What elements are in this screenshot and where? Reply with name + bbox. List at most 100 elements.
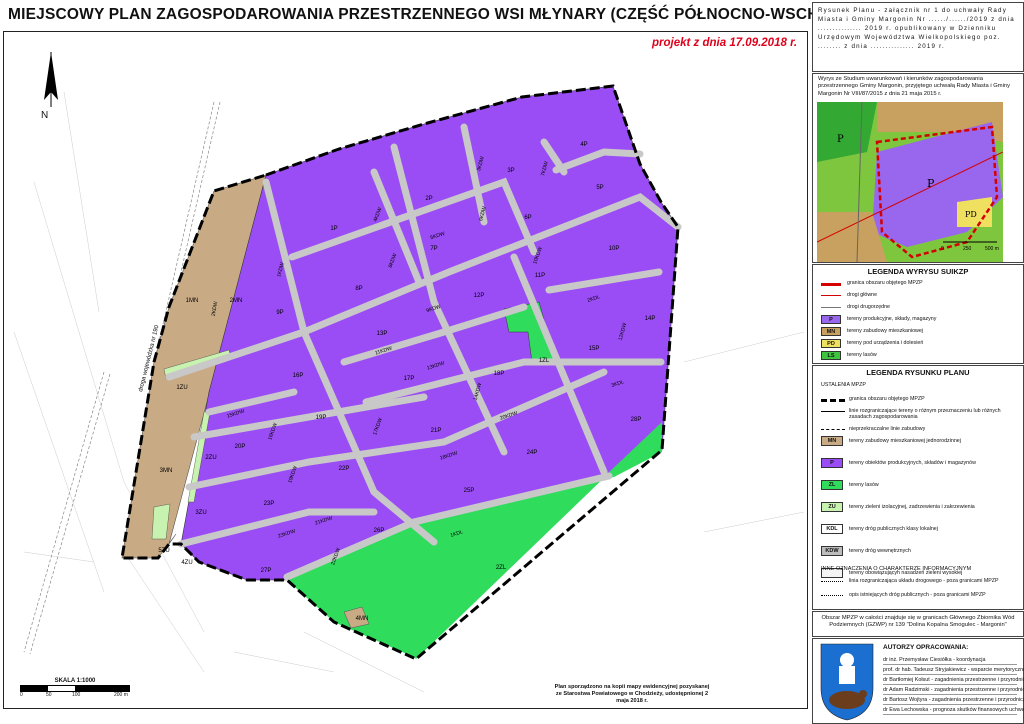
zone-label-23p: 23P bbox=[264, 501, 275, 507]
zone-label-28p: 28P bbox=[631, 417, 642, 423]
zone-label-4p: 4P bbox=[580, 142, 587, 148]
zone-label-2p: 2P bbox=[425, 196, 432, 202]
suikzp-item-label: tereny lasów bbox=[847, 352, 877, 358]
legend-plan: LEGENDA RYSUNKU PLANU USTALENIA MPZP gra… bbox=[812, 365, 1024, 610]
project-date: projekt z dnia 17.09.2018 r. bbox=[652, 37, 798, 49]
study-scale-250: 250 bbox=[963, 246, 972, 252]
zone-label-2zu: 2ZU bbox=[205, 455, 216, 461]
info-line-symbol bbox=[821, 581, 843, 582]
suikzp-item-label: tereny zabudowy mieszkaniowej bbox=[847, 328, 923, 334]
zone-label-11p: 11P bbox=[535, 273, 545, 279]
author-item: prof. dr hab. Tadeusz Stryjakiewicz - ws… bbox=[883, 667, 1024, 675]
author-item: dr Bartłomiej Kołsut - zagadnienia przes… bbox=[883, 677, 1024, 685]
plan-line-label: linie rozgraniczające tereny o różnym pr… bbox=[849, 408, 1001, 420]
plan-map-svg: droga wojewódzka nr 190 1MN 2MN3MN4MN1P2P… bbox=[13, 52, 805, 693]
footnote: Obszar MPZP w całości znajduje się w gra… bbox=[821, 615, 1015, 629]
plan-map[interactable]: droga wojewódzka nr 190 1MN 2MN 3MN 4MN 1P 2P… bbox=[3, 31, 808, 709]
plan-line-label: nieprzekraczalne linie zabudowy bbox=[849, 426, 926, 432]
zone-label-22p: 22P bbox=[339, 466, 350, 472]
zone-label-3p: 3P bbox=[507, 168, 514, 174]
plan-item-label: tereny zieleni izolacyjnej, zadrzewienia… bbox=[849, 504, 975, 510]
scale-tick-50: 50 bbox=[46, 692, 52, 698]
zone-label-12p: 12P bbox=[474, 293, 485, 299]
zone-label-1zu: 1ZU bbox=[176, 385, 187, 391]
plan-swatch: ZU bbox=[821, 502, 843, 512]
map-title: MIEJSCOWY PLAN ZAGOSPODAROWANIA PRZESTRZ… bbox=[8, 6, 875, 23]
zone-label-16p: 16P bbox=[293, 373, 304, 379]
legend-plan-title: LEGENDA RYSUNKU PLANU bbox=[866, 368, 970, 377]
plan-line-symbol bbox=[821, 411, 845, 412]
scale-graphic bbox=[20, 685, 130, 692]
study-scale-0: 0 bbox=[941, 246, 944, 252]
plan-item-label: tereny dróg wewnętrznych bbox=[849, 548, 911, 554]
authors-box: AUTORZY OPRACOWANIA: dr inż. Przemysław … bbox=[812, 638, 1024, 724]
scale-tick-100: 100 bbox=[72, 692, 81, 698]
scale-ticks: 0 50 100 200 m bbox=[20, 692, 130, 700]
zone-label-5zu: 5ZU bbox=[158, 548, 169, 554]
suikzp-swatch-line bbox=[821, 283, 841, 286]
zone-label-9p: 9P bbox=[276, 310, 283, 316]
zone-label-6p: 6P bbox=[524, 215, 531, 221]
plan-item-label: tereny zabudowy mieszkaniowej jednorodzi… bbox=[849, 438, 961, 444]
plan-line-label: granica obszaru objętego MPZP bbox=[849, 396, 925, 402]
suikzp-swatch: P bbox=[821, 315, 841, 324]
zone-label-10p: 10P bbox=[609, 246, 620, 252]
plan-swatch: KDL bbox=[821, 524, 843, 534]
plan-item-label: tereny dróg publicznych klasy lokalnej bbox=[849, 526, 938, 532]
author-item: dr Ewa Lechowska - prognoza skutków fina… bbox=[883, 707, 1024, 715]
suikzp-item-label: granica obszaru objętego MPZP bbox=[847, 280, 923, 286]
plan-swatch: KDW bbox=[821, 546, 843, 556]
zone-label-2zl: 2ZL bbox=[496, 565, 507, 571]
drawing-note: Rysunek Planu - załącznik nr 1 do uchwał… bbox=[818, 7, 1015, 50]
suikzp-item-label: drogi główne bbox=[847, 292, 878, 298]
north-label: N bbox=[41, 110, 49, 121]
zone-label-19p: 19P bbox=[316, 415, 327, 421]
zone-label-27p: 27P bbox=[261, 568, 272, 574]
suikzp-swatch: MN bbox=[821, 327, 841, 336]
suikzp-swatch: PD bbox=[821, 339, 841, 348]
scale-tick-0: 0 bbox=[20, 692, 23, 698]
legend-suikzp-title: LEGENDA WYRYSU SUIKZP bbox=[867, 267, 969, 276]
suikzp-swatch-line bbox=[821, 295, 841, 296]
scale-bar: SKALA 1:1000 0 50 100 200 m bbox=[20, 678, 130, 700]
study-excerpt-text: Wyrys ze Studium uwarunkowań i kierunków… bbox=[818, 76, 1011, 97]
suikzp-item-label: tereny pod urządzenia i dolesień bbox=[847, 340, 924, 346]
author-item: dr inż. Przemysław Ciesiółka - koordynac… bbox=[883, 657, 1017, 665]
plan-line-symbol bbox=[821, 429, 845, 430]
legend-plan-subtitle: USTALENIA MPZP bbox=[821, 382, 866, 388]
legend-suikzp: LEGENDA WYRYSU SUIKZP granica obszaru ob… bbox=[812, 264, 1024, 364]
suikzp-item-label: tereny produkcyjne, składy, magazyny bbox=[847, 316, 937, 322]
zone-label-3zu: 3ZU bbox=[195, 510, 206, 516]
zone-label-4zu: 4ZU bbox=[181, 560, 192, 566]
drawing-note-box: Rysunek Planu - załącznik nr 1 do uchwał… bbox=[812, 2, 1024, 72]
footnote-box: Obszar MPZP w całości znajduje się w gra… bbox=[812, 611, 1024, 637]
zone-label-14p: 14P bbox=[645, 316, 656, 322]
suikzp-item-label: drogi drugorzędne bbox=[847, 304, 890, 310]
zone-label-20p: 20P bbox=[235, 444, 246, 450]
base-map-note: Plan sporządzono na kopii mapy ewidencyj… bbox=[554, 684, 710, 704]
zone-label-4mn: 4MN bbox=[356, 616, 369, 622]
zone-label-25p: 25P bbox=[464, 488, 475, 494]
plan-swatch: MN bbox=[821, 436, 843, 446]
plan-swatch: ZL bbox=[821, 480, 843, 490]
zone-label-21p: 21P bbox=[431, 428, 442, 434]
plan-line-symbol bbox=[821, 399, 845, 402]
zone-label-5p: 5P bbox=[596, 185, 603, 191]
scale-label: SKALA 1:1000 bbox=[54, 678, 96, 684]
coat-of-arms-icon bbox=[820, 643, 874, 721]
author-item: dr Adam Radzimski - zagadnienia przestrz… bbox=[883, 687, 1024, 695]
study-scale-500: 500 m bbox=[985, 246, 999, 252]
info-line-symbol bbox=[821, 595, 843, 596]
zone-label-24p: 24P bbox=[527, 450, 538, 456]
study-label-p1: P bbox=[927, 177, 935, 190]
zone-label-1mn: 1MN bbox=[186, 298, 199, 304]
plan-item-label: tereny obiektów produkcyjnych, składów i… bbox=[849, 460, 976, 466]
study-label-pd: PD bbox=[965, 210, 977, 219]
zone-label-1p: 1P bbox=[330, 226, 337, 232]
plan-item-label: tereny lasów bbox=[849, 482, 879, 488]
zone-label-8p: 8P bbox=[355, 286, 362, 292]
study-excerpt-map: P P PD 0 250 500 m bbox=[817, 102, 1003, 262]
sidebar: Rysunek Planu - załącznik nr 1 do uchwał… bbox=[812, 0, 1024, 724]
info-item-label: linia rozgraniczająca układu drogowego -… bbox=[849, 578, 999, 584]
zone-label-26p: 26P bbox=[374, 528, 385, 534]
